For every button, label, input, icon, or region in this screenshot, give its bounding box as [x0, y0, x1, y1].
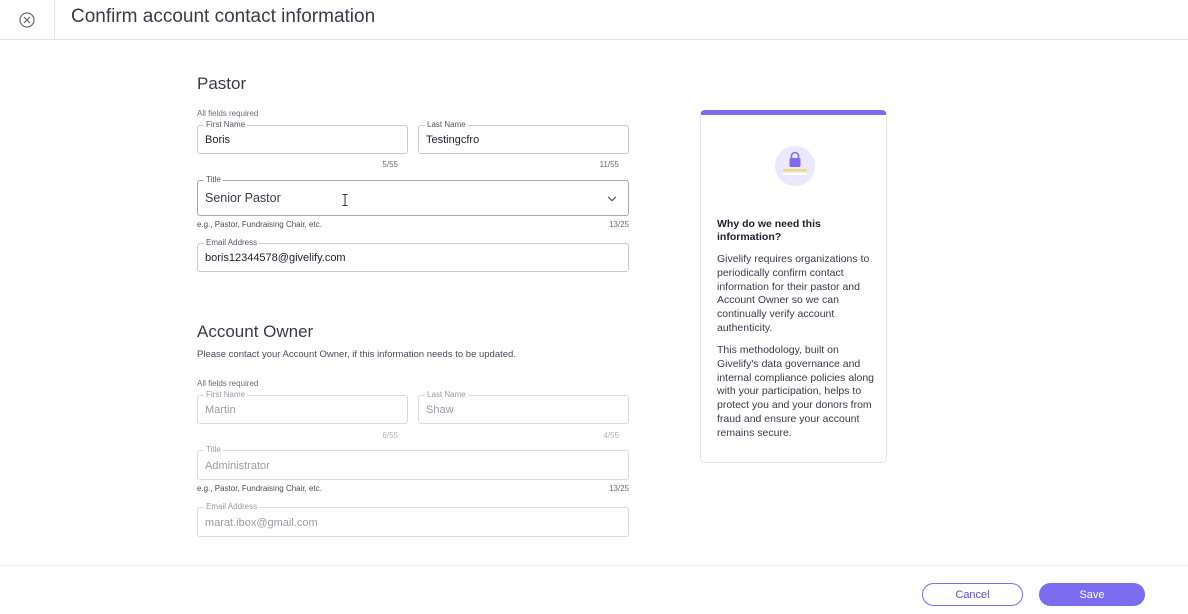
pastor-first-name-field[interactable]: First Name Boris [197, 120, 408, 154]
account-owner-required-note: All fields required [197, 379, 259, 388]
pastor-required-note: All fields required [197, 109, 259, 118]
owner-email-value: marat.ibox@gmail.com [205, 517, 318, 529]
owner-title-counter: 13/25 [608, 484, 629, 493]
owner-first-name-counter: 6/55 [382, 431, 398, 440]
owner-email-field: Email Address marat.ibox@gmail.com [197, 502, 629, 537]
lock-badge [775, 146, 815, 186]
pastor-title-value: Senior Pastor [205, 191, 281, 205]
pastor-last-name-value: Testingcfro [426, 134, 480, 146]
cancel-button[interactable]: Cancel [922, 583, 1023, 606]
header-bar: Confirm account contact information [0, 0, 1188, 40]
text-cursor-icon [342, 194, 348, 206]
pastor-email-field[interactable]: Email Address boris12344578@givelify.com [197, 238, 629, 272]
page-title: Confirm account contact information [71, 6, 376, 27]
account-owner-description: Please contact your Account Owner, if th… [197, 349, 516, 360]
owner-last-name-label: Last Name [425, 390, 468, 400]
pastor-email-value: boris12344578@givelify.com [205, 252, 346, 264]
owner-title-helper: e.g., Pastor, Fundraising Chair, etc. [197, 484, 322, 493]
pastor-title-select[interactable]: Title Senior Pastor [197, 175, 629, 216]
lock-icon [783, 151, 807, 175]
close-circle-icon[interactable] [19, 12, 35, 28]
owner-first-name-value: Martin [205, 404, 236, 416]
owner-first-name-label: First Name [204, 390, 248, 400]
owner-last-name-value: Shaw [426, 404, 454, 416]
pastor-title-counter: 13/25 [608, 220, 629, 229]
pastor-last-name-label: Last Name [425, 120, 468, 130]
owner-last-name-field: Last Name Shaw [418, 390, 629, 424]
pastor-first-name-counter: 5/55 [382, 160, 398, 169]
pastor-title-label: Title [204, 175, 223, 185]
close-button[interactable] [0, 0, 55, 40]
owner-title-label: Title [204, 445, 223, 455]
save-button[interactable]: Save [1039, 583, 1145, 606]
owner-title-value: Administrator [205, 460, 270, 472]
info-paragraph-1: Givelify requires organizations to perio… [717, 253, 870, 334]
pastor-email-label: Email Address [204, 238, 260, 248]
info-card: Why do we need this information? Givelif… [700, 110, 887, 463]
info-heading: Why do we need this information? [717, 218, 821, 243]
pastor-title-helper: e.g., Pastor, Fundraising Chair, etc. [197, 220, 322, 229]
pastor-last-name-field[interactable]: Last Name Testingcfro [418, 120, 629, 154]
footer-bar: Cancel Save [0, 565, 1188, 614]
chevron-down-icon[interactable] [607, 194, 617, 204]
info-paragraph-2: This methodology, built on Givelify's da… [717, 344, 875, 439]
pastor-first-name-value: Boris [205, 134, 231, 146]
pastor-last-name-counter: 11/55 [599, 160, 619, 169]
account-owner-section-title: Account Owner [197, 322, 314, 341]
pastor-first-name-label: First Name [204, 120, 248, 130]
owner-last-name-counter: 4/55 [603, 431, 619, 440]
owner-email-label: Email Address [204, 502, 260, 512]
owner-first-name-field: First Name Martin [197, 390, 408, 424]
owner-title-field: Title Administrator [197, 445, 629, 480]
pastor-section-title: Pastor [197, 74, 247, 93]
